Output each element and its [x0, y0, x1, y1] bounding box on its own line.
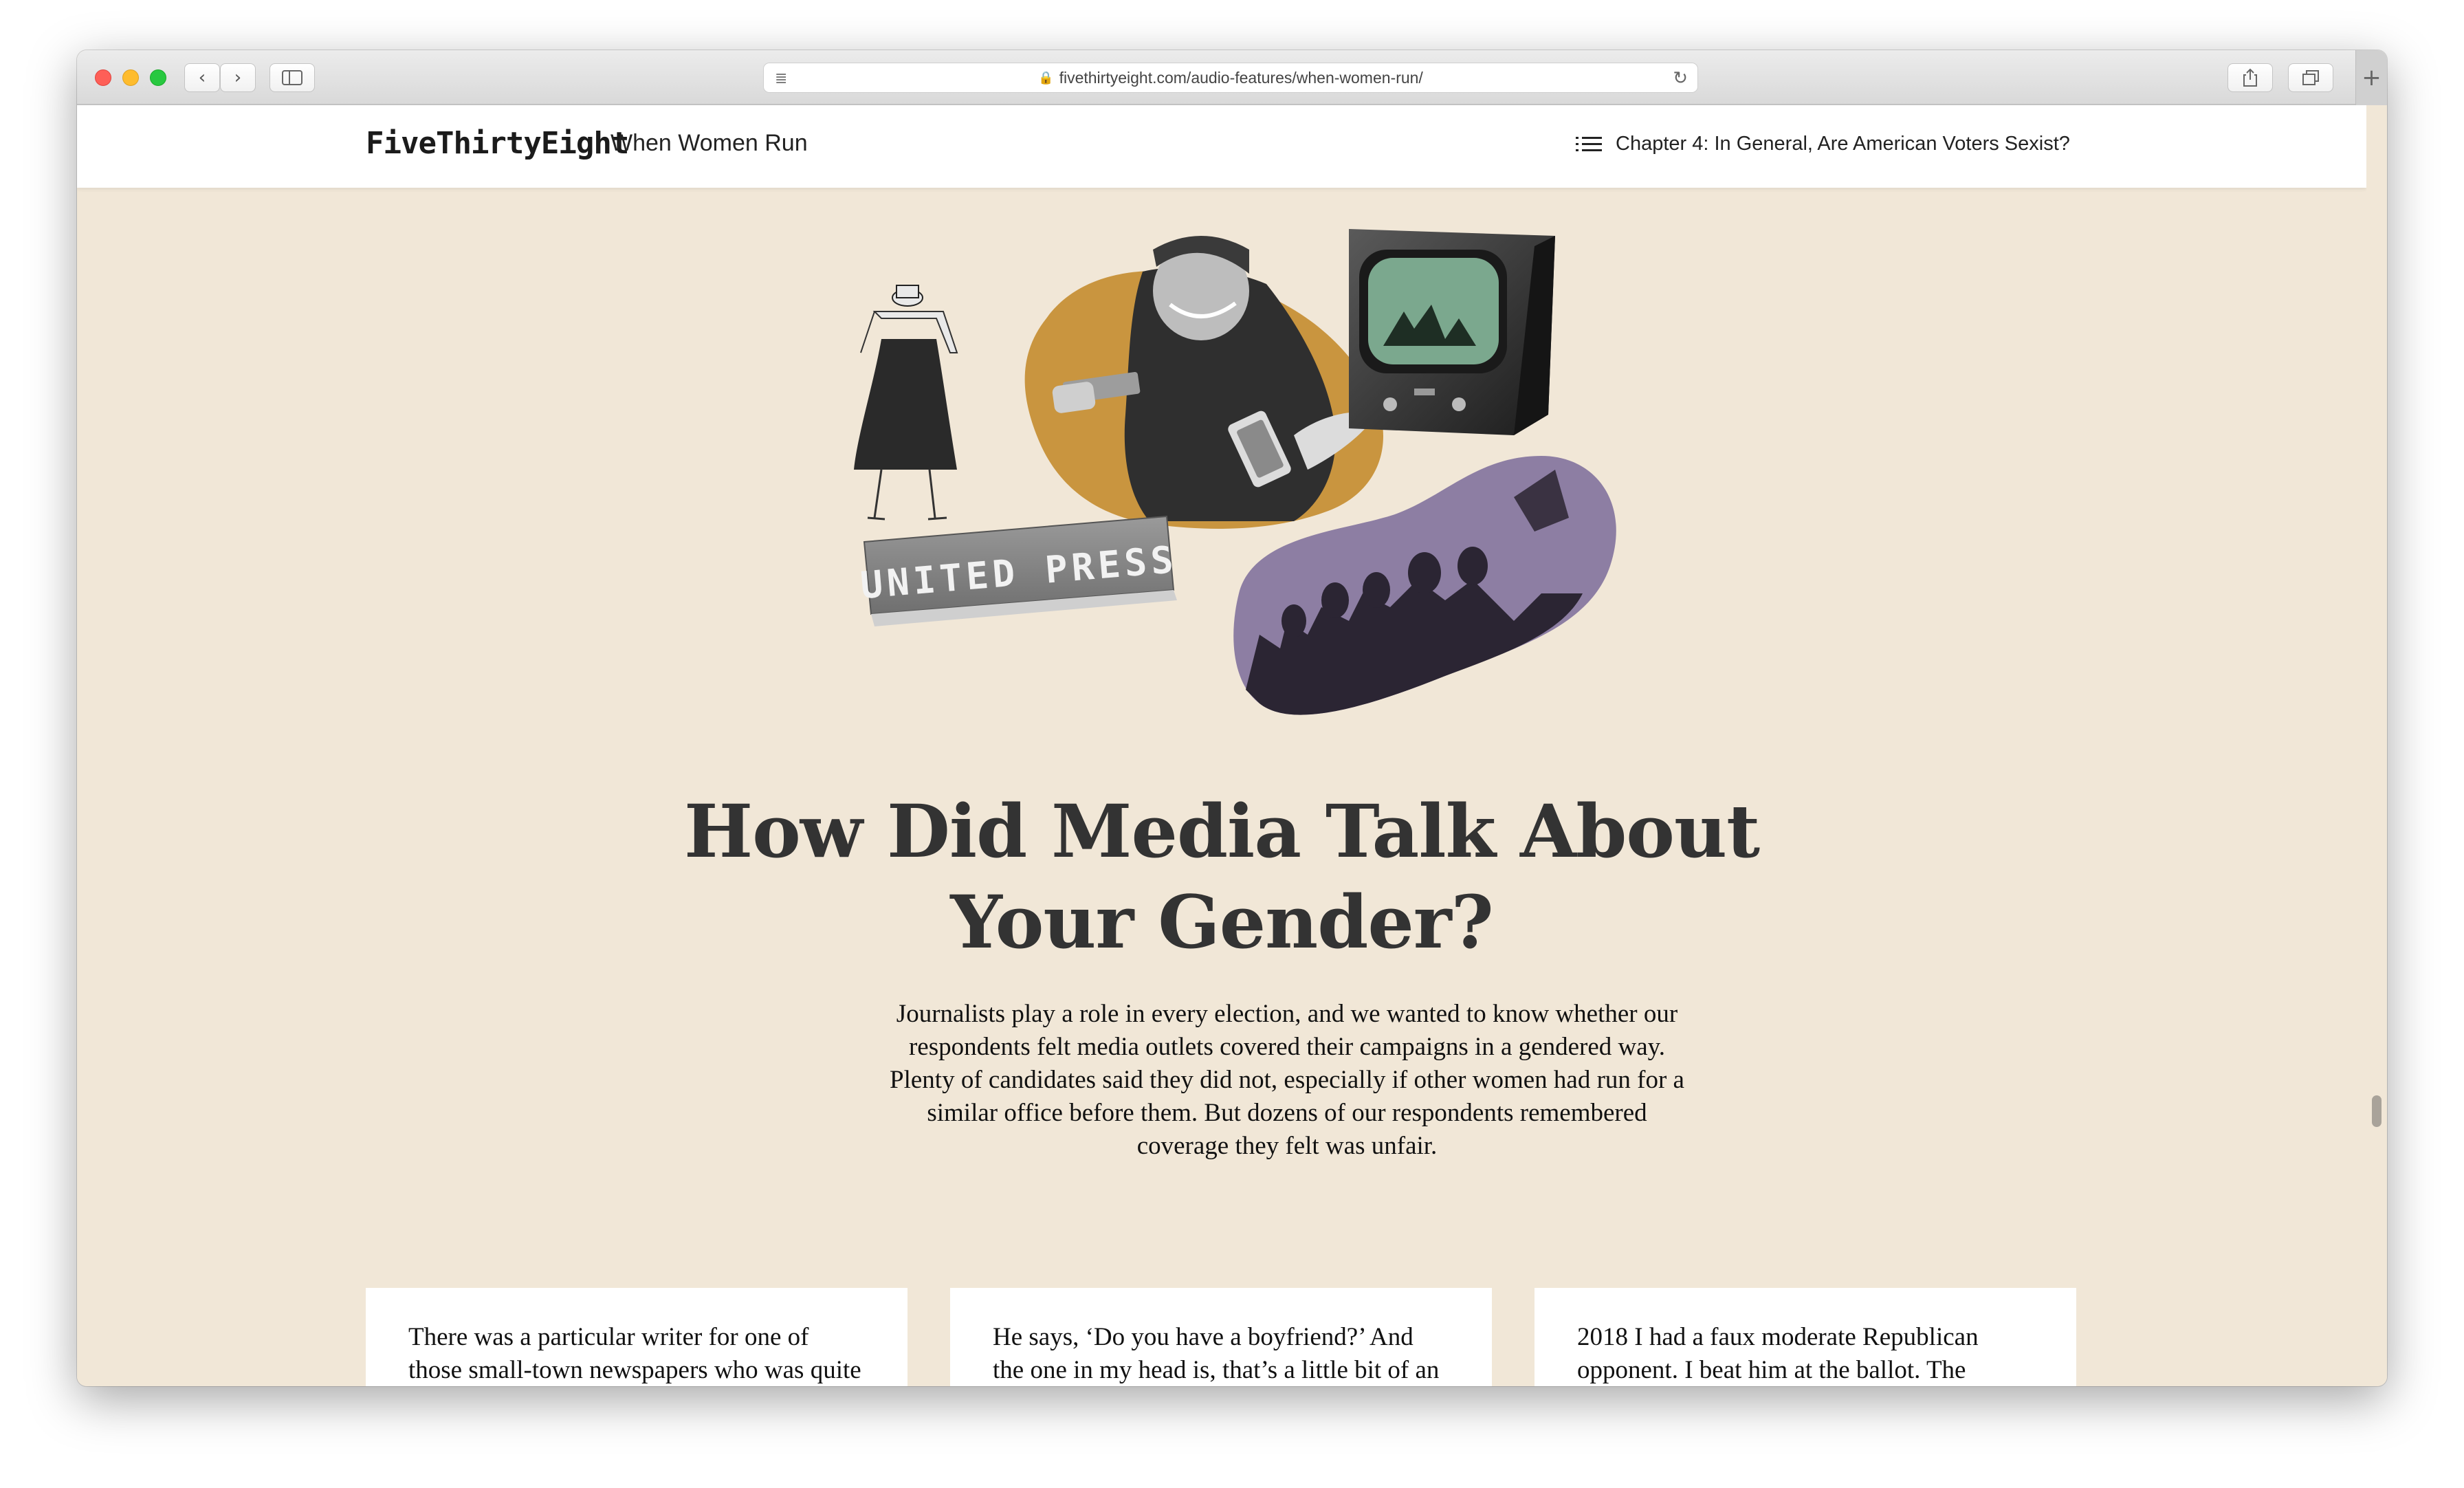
- sidebar-button[interactable]: [270, 63, 315, 92]
- back-button[interactable]: ‹: [184, 63, 220, 92]
- site-logo[interactable]: FiveThirtyEight: [366, 126, 629, 161]
- united-press-sign: UNITED PRESS: [859, 515, 1179, 626]
- reader-icon[interactable]: ≣: [775, 70, 787, 87]
- browser-window: ‹ › ≣ 🔒 fivethirtyeight.com/audio-featur…: [77, 50, 2387, 1386]
- man-reading-newspaper-illustration: [854, 285, 958, 521]
- quote-card: He says, ‘Do you have a boyfriend?’ And …: [950, 1288, 1492, 1386]
- article-headline: How Did Media Talk About Your Gender?: [77, 786, 2366, 967]
- television-illustration: [1349, 229, 1555, 435]
- chevron-right-icon: ›: [234, 67, 242, 88]
- chevron-left-icon: ‹: [198, 67, 206, 88]
- article-intro: Journalists play a role in every electio…: [890, 1000, 1684, 1160]
- site-header: FiveThirtyEight When Women Run Chapter 4…: [77, 105, 2366, 188]
- headline-line-2: Your Gender?: [950, 879, 1494, 965]
- plus-icon: +: [2362, 64, 2382, 91]
- list-icon: [1576, 135, 1602, 153]
- tabs-overview-button[interactable]: [2288, 63, 2333, 92]
- browser-toolbar: ‹ › ≣ 🔒 fivethirtyeight.com/audio-featur…: [77, 50, 2387, 105]
- forward-button[interactable]: ›: [220, 63, 256, 92]
- quote-text: 2018 I had a faux moderate Republican op…: [1577, 1323, 1979, 1384]
- scrollbar-thumb[interactable]: [2372, 1095, 2382, 1127]
- quote-card: There was a particular writer for one of…: [366, 1288, 908, 1386]
- chapter-menu-button[interactable]: Chapter 4: In General, Are American Vote…: [1576, 133, 2070, 155]
- address-bar[interactable]: ≣ 🔒 fivethirtyeight.com/audio-features/w…: [763, 63, 1698, 93]
- share-icon: [2243, 68, 2257, 87]
- new-tab-button[interactable]: +: [2355, 50, 2387, 105]
- lock-icon: 🔒: [1038, 70, 1054, 85]
- minimize-window-button[interactable]: [122, 69, 139, 86]
- url-text: fivethirtyeight.com/audio-features/when-…: [1059, 68, 1423, 87]
- quote-text: There was a particular writer for one of…: [408, 1323, 861, 1384]
- quote-text: He says, ‘Do you have a boyfriend?’ And …: [993, 1323, 1440, 1384]
- tabs-icon: [2302, 70, 2319, 85]
- media-collage-illustration: UNITED PRESS: [854, 229, 1616, 715]
- page-content: FiveThirtyEight When Women Run Chapter 4…: [77, 105, 2366, 1386]
- zoom-window-button[interactable]: [150, 69, 166, 86]
- feature-title[interactable]: When Women Run: [610, 130, 808, 157]
- chapter-title: Chapter 4: In General, Are American Vote…: [1616, 133, 2070, 155]
- quote-card: 2018 I had a faux moderate Republican op…: [1534, 1288, 2076, 1386]
- close-window-button[interactable]: [95, 69, 111, 86]
- sidebar-icon: [282, 70, 302, 85]
- reload-icon[interactable]: ↻: [1673, 68, 1688, 89]
- scrollbar[interactable]: [2366, 105, 2387, 1386]
- share-button[interactable]: [2228, 63, 2273, 92]
- headline-line-1: How Did Media Talk About: [683, 788, 1760, 874]
- woman-photo: [1024, 236, 1383, 529]
